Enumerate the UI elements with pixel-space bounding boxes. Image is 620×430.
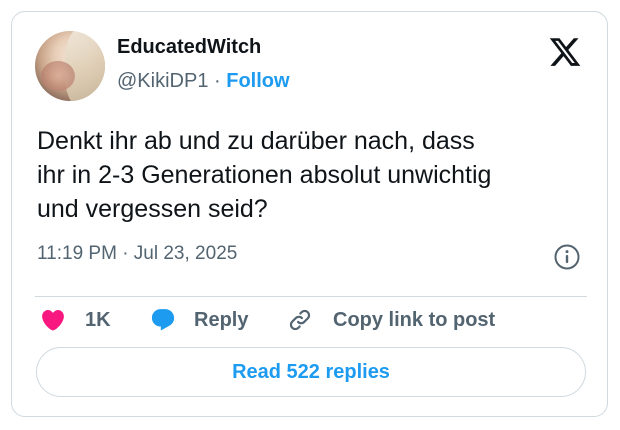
heart-icon	[42, 309, 64, 331]
follow-button[interactable]: Follow	[226, 70, 289, 92]
divider	[35, 296, 587, 297]
author-handle-row: @KikiDP1 · Follow	[117, 70, 290, 93]
author-handle[interactable]: @KikiDP1	[117, 70, 208, 92]
reply-button[interactable]: Reply	[149, 300, 248, 340]
copy-link-label: Copy link to post	[333, 308, 496, 331]
tweet-card: EducatedWitch @KikiDP1 · Follow Denkt ih…	[11, 11, 608, 417]
link-icon	[289, 309, 311, 331]
info-icon[interactable]	[553, 243, 581, 271]
read-replies-button[interactable]: Read 522 replies	[36, 347, 586, 397]
reply-bubble-icon	[151, 309, 175, 331]
like-button[interactable]: 1K	[39, 300, 111, 340]
x-logo-icon[interactable]	[548, 35, 582, 69]
avatar-face	[41, 61, 75, 91]
tweet-timestamp[interactable]: 11:19 PM · Jul 23, 2025	[37, 243, 237, 265]
tweet-text: Denkt ihr ab und zu darüber nach, dass i…	[37, 127, 492, 223]
reply-label: Reply	[194, 308, 249, 331]
copy-link-button[interactable]: Copy link to post	[287, 300, 495, 340]
avatar[interactable]	[35, 31, 105, 101]
author-display-name[interactable]: EducatedWitch	[117, 36, 261, 59]
handle-separator: ·	[214, 70, 221, 92]
like-count: 1K	[85, 308, 111, 331]
